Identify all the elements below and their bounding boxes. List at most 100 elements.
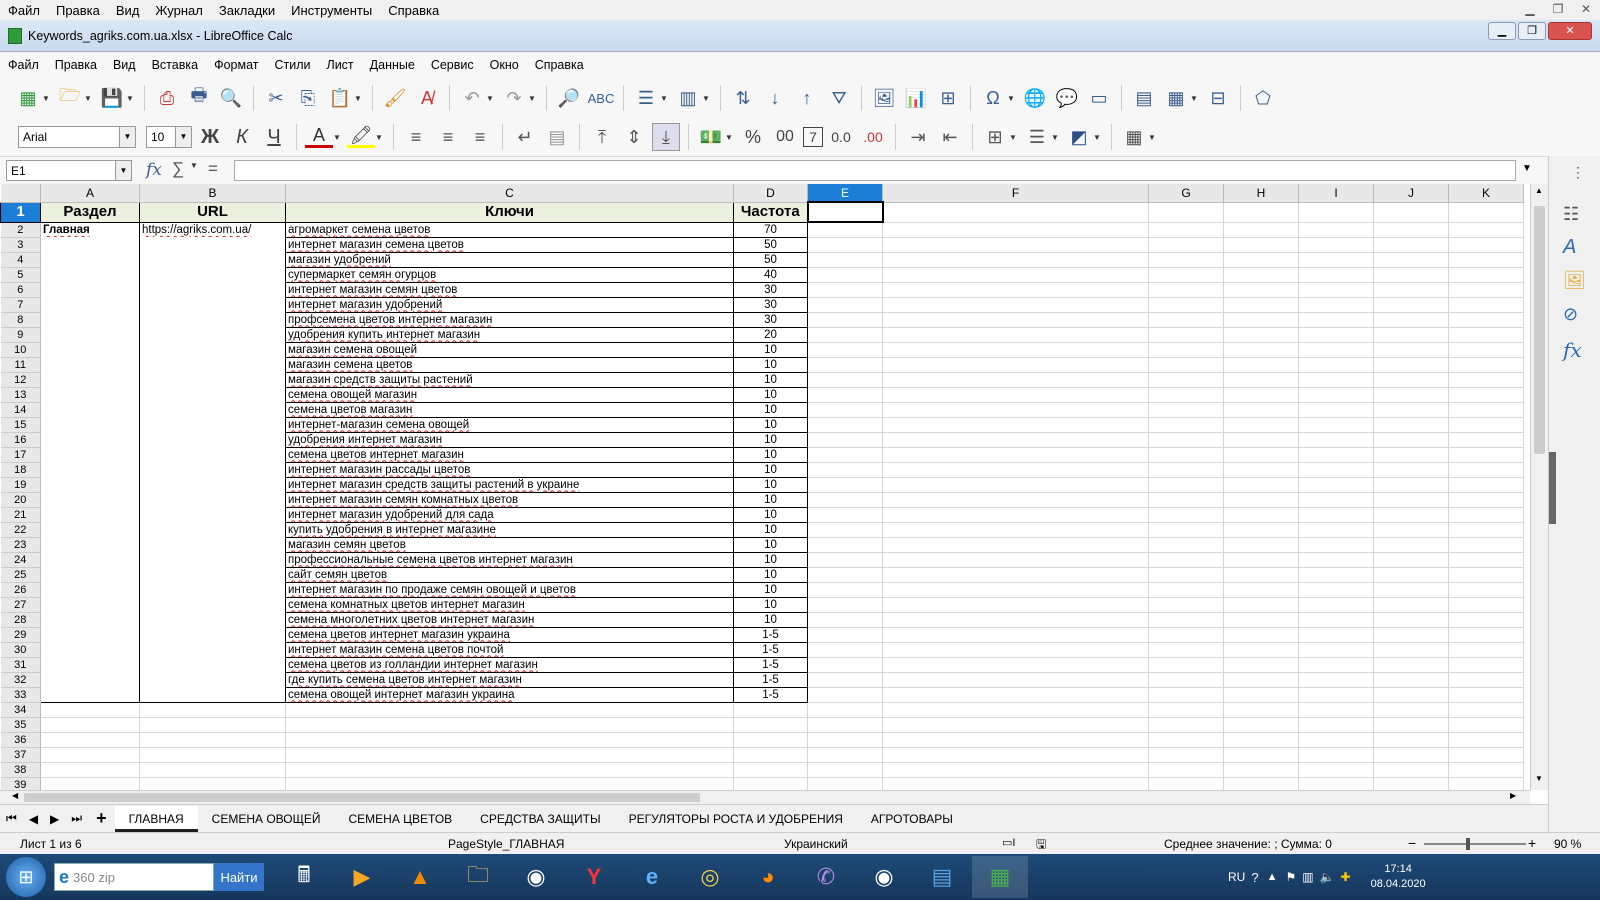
outer-menu-item[interactable]: Справка <box>380 3 447 18</box>
cell[interactable] <box>1373 717 1449 733</box>
app-menu-item[interactable]: Стили <box>266 58 318 72</box>
frequency-cell[interactable]: 10 <box>733 491 808 508</box>
cell[interactable] <box>1148 762 1224 778</box>
cell[interactable] <box>882 717 1149 733</box>
file-explorer-icon[interactable]: 🗀 <box>450 856 506 898</box>
frequency-cell[interactable] <box>733 777 808 790</box>
cell[interactable] <box>1148 387 1224 403</box>
keyword-cell[interactable]: семена овощей интернет магазин украина <box>285 686 734 703</box>
sheet-tab[interactable]: СЕМЕНА ОВОЩЕЙ <box>198 806 335 832</box>
frequency-cell[interactable]: 10 <box>733 596 808 613</box>
underline-button[interactable]: Ч <box>260 123 288 151</box>
cell[interactable] <box>1373 402 1449 418</box>
cell[interactable] <box>1223 477 1299 493</box>
redo-icon[interactable]: ↷ <box>500 84 528 112</box>
cell[interactable] <box>40 702 140 718</box>
cell[interactable] <box>807 582 883 598</box>
cell[interactable] <box>1448 717 1524 733</box>
row-header[interactable]: 5 <box>0 267 41 283</box>
cell[interactable] <box>1298 477 1374 493</box>
cell[interactable] <box>40 567 140 582</box>
cell[interactable] <box>1148 267 1224 283</box>
cell[interactable] <box>139 627 286 642</box>
keyword-cell[interactable]: магазин семена цветов <box>285 356 734 373</box>
scroll-down-icon[interactable]: ▼ <box>1535 774 1543 783</box>
cell[interactable] <box>40 372 140 387</box>
styles-icon[interactable]: A <box>1563 236 1576 259</box>
cell[interactable] <box>1448 582 1524 598</box>
frequency-cell[interactable] <box>733 762 808 778</box>
row-header[interactable]: 3 <box>0 237 41 253</box>
keyword-cell[interactable]: интернет магазин по продаже семян овощей… <box>285 581 734 598</box>
row-header[interactable]: 16 <box>0 432 41 448</box>
row-header[interactable]: 18 <box>0 462 41 478</box>
frequency-cell[interactable]: 1-5 <box>733 656 808 673</box>
frequency-cell[interactable]: 10 <box>733 476 808 493</box>
row-header[interactable]: 7 <box>0 297 41 313</box>
header-cell-frequency[interactable]: Частота <box>733 201 808 223</box>
chevron-down-icon[interactable]: ▼ <box>725 133 735 142</box>
column-header-b[interactable]: B <box>139 184 286 203</box>
search-button[interactable]: Найти <box>214 863 264 891</box>
cell[interactable] <box>1223 732 1299 748</box>
cell[interactable] <box>807 522 883 538</box>
cell[interactable] <box>40 252 140 267</box>
highlight-color-icon[interactable]: 🖍 <box>347 125 375 148</box>
row-header[interactable]: 2 <box>0 222 41 238</box>
cell[interactable] <box>1223 432 1299 448</box>
conditional-format-icon[interactable]: ▦ <box>1120 123 1148 151</box>
frequency-cell[interactable]: 70 <box>733 221 808 238</box>
cell[interactable] <box>807 567 883 583</box>
zoom-slider-thumb[interactable] <box>1466 838 1470 850</box>
cell[interactable] <box>1373 417 1449 433</box>
insert-image-icon[interactable]: 🖼 <box>870 84 898 112</box>
outer-menu-item[interactable]: Закладки <box>211 3 283 18</box>
keyword-cell[interactable]: купить удобрения в интернет магазине <box>285 521 734 538</box>
cell[interactable] <box>882 732 1149 748</box>
zoom-out-icon[interactable]: − <box>1408 835 1416 851</box>
cell[interactable] <box>1223 597 1299 613</box>
cell[interactable] <box>40 297 140 312</box>
cell[interactable] <box>40 537 140 552</box>
cell[interactable] <box>40 447 140 462</box>
cell[interactable] <box>1373 387 1449 403</box>
cell[interactable] <box>1448 507 1524 523</box>
cell[interactable] <box>882 507 1149 523</box>
cell[interactable] <box>1223 762 1299 778</box>
zoom-slider[interactable] <box>1424 843 1526 845</box>
cell[interactable] <box>1148 202 1224 223</box>
cell[interactable] <box>40 507 140 522</box>
cell[interactable] <box>1148 477 1224 493</box>
row-header[interactable]: 29 <box>0 627 41 643</box>
save-icon[interactable]: 💾 <box>98 84 126 112</box>
cell[interactable] <box>139 582 286 597</box>
column-header-c[interactable]: C <box>285 184 734 203</box>
cell[interactable] <box>40 552 140 567</box>
cell[interactable] <box>882 537 1149 553</box>
cell[interactable] <box>1298 447 1374 463</box>
copy-icon[interactable]: ⎘ <box>294 84 322 112</box>
cell[interactable] <box>1298 417 1374 433</box>
chevron-down-icon[interactable]: ▼ <box>84 94 94 103</box>
frequency-cell[interactable]: 50 <box>733 251 808 268</box>
cell[interactable] <box>1298 237 1374 253</box>
app-icon[interactable]: ◉ <box>508 856 564 898</box>
cell[interactable] <box>807 342 883 358</box>
cell[interactable] <box>1298 582 1374 598</box>
yandex-browser-icon[interactable]: Y <box>566 856 622 898</box>
cell[interactable] <box>882 387 1149 403</box>
cell[interactable] <box>882 627 1149 643</box>
first-sheet-icon[interactable]: ⏮ <box>0 811 23 826</box>
row-header[interactable]: 38 <box>0 762 41 778</box>
cell[interactable] <box>882 747 1149 763</box>
new-document-icon[interactable]: ▦ <box>14 84 42 112</box>
insert-chart-icon[interactable]: 📊 <box>902 84 930 112</box>
chevron-down-icon[interactable]: ▼ <box>354 94 364 103</box>
keyword-cell[interactable]: семена комнатных цветов интернет магазин <box>285 596 734 613</box>
cell[interactable] <box>1448 282 1524 298</box>
header-cell-url[interactable]: URL <box>139 201 286 223</box>
chevron-down-icon[interactable]: ▼ <box>42 94 52 103</box>
keyword-cell[interactable]: семена цветов из голландии интернет мага… <box>285 656 734 673</box>
cell[interactable] <box>1448 372 1524 388</box>
cell[interactable] <box>807 387 883 403</box>
